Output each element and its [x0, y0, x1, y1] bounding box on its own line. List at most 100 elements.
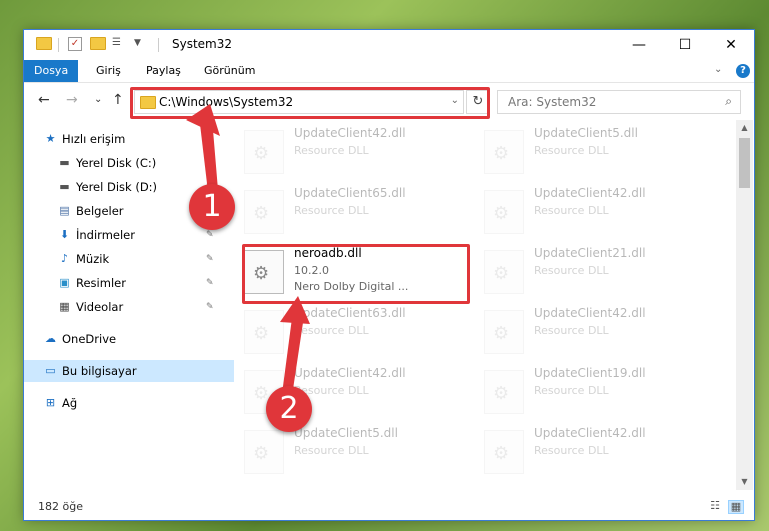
sidebar-item-label: Yerel Disk (D:)	[76, 180, 158, 194]
address-highlight-box	[130, 87, 490, 119]
pin-icon[interactable]: ✎	[206, 272, 214, 294]
gear-icon: ⚙	[253, 203, 270, 224]
sidebar-item[interactable]: ★ Hızlı erişim	[44, 128, 219, 150]
gear-icon: ⚙	[253, 143, 270, 164]
sidebar-item-label: İndirmeler	[76, 228, 135, 242]
dll-file-icon: ⚙	[244, 190, 284, 234]
file-item[interactable]: ⚙ UpdateClient42.dll Resource DLL	[474, 420, 704, 476]
sidebar-item[interactable]: ▬ Yerel Disk (C:) ✎	[58, 152, 219, 174]
download-icon: ⬇	[59, 228, 70, 241]
vertical-scrollbar[interactable]: ▲ ▼	[736, 120, 753, 490]
gear-icon: ⚙	[253, 443, 270, 464]
file-item[interactable]: ⚙ UpdateClient42.dll Resource DLL	[474, 180, 704, 236]
dll-file-icon: ⚙	[484, 130, 524, 174]
sidebar-item[interactable]: ☁ OneDrive	[44, 328, 219, 350]
step-marker-2: 2	[266, 386, 312, 432]
file-type: Resource DLL	[534, 324, 609, 337]
tab-paylas[interactable]: Paylaş	[136, 60, 191, 82]
file-type: Resource DLL	[534, 144, 609, 157]
file-item[interactable]: ⚙ UpdateClient42.dll Resource DLL	[234, 120, 464, 176]
gear-icon: ⚙	[493, 443, 510, 464]
gear-icon: ⚙	[493, 323, 510, 344]
sidebar-item-label: Resimler	[76, 276, 126, 290]
sidebar-item-label: Hızlı erişim	[62, 132, 126, 146]
scroll-thumb[interactable]	[739, 138, 750, 188]
scroll-down-icon[interactable]: ▼	[736, 474, 753, 490]
drive-icon: ▬	[59, 156, 70, 169]
sidebar-item[interactable]: ⊞ Ağ	[44, 392, 219, 414]
file-highlight-box	[242, 244, 470, 304]
computer-icon: ▭	[45, 364, 56, 377]
minimize-button[interactable]: —	[616, 30, 662, 60]
file-type: Resource DLL	[294, 144, 369, 157]
tab-gorunum[interactable]: Görünüm	[194, 60, 265, 82]
file-name: UpdateClient42.dll	[534, 306, 646, 320]
sidebar-item[interactable]: ▦ Videolar ✎	[58, 296, 219, 318]
sidebar-item[interactable]: ♪ Müzik ✎	[58, 248, 219, 270]
customize-toolbar-icon[interactable]: ☰	[112, 37, 126, 49]
sidebar-item[interactable]: ▭ Bu bilgisayar	[24, 360, 239, 382]
title-bar: ✓ ☰ ▼ System32 — ☐ ✕	[24, 30, 754, 60]
file-name: UpdateClient21.dll	[534, 246, 646, 260]
file-name: UpdateClient5.dll	[534, 126, 638, 140]
sidebar-item[interactable]: ▣ Resimler ✎	[58, 272, 219, 294]
document-icon: ▤	[59, 204, 70, 217]
forward-button[interactable]: →	[66, 92, 78, 108]
pin-icon[interactable]: ✎	[206, 248, 214, 270]
file-item[interactable]: ⚙ UpdateClient19.dll Resource DLL	[474, 360, 704, 416]
drive-icon: ▬	[59, 180, 70, 193]
back-button[interactable]: ←	[38, 92, 50, 108]
dll-file-icon: ⚙	[484, 370, 524, 414]
details-view-icon[interactable]: ☷	[708, 500, 722, 512]
close-button[interactable]: ✕	[708, 30, 754, 60]
dll-file-icon: ⚙	[484, 250, 524, 294]
status-bar: 182 öğe ☷ ▦	[24, 494, 754, 520]
expand-ribbon-icon[interactable]: ⌄	[714, 64, 722, 75]
file-type: Resource DLL	[534, 384, 609, 397]
file-item[interactable]: ⚙ UpdateClient65.dll Resource DLL	[234, 180, 464, 236]
up-button[interactable]: ↑	[112, 92, 124, 108]
dll-file-icon: ⚙	[244, 430, 284, 474]
explorer-window: ✓ ☰ ▼ System32 — ☐ ✕ Dosya Giriş Paylaş …	[24, 30, 754, 520]
file-item[interactable]: ⚙ UpdateClient5.dll Resource DLL	[474, 120, 704, 176]
maximize-button[interactable]: ☐	[662, 30, 708, 60]
file-list: ⚙ UpdateClient42.dll Resource DLL ⚙ UpdateCl…	[234, 120, 734, 490]
file-item[interactable]: ⚙ UpdateClient21.dll Resource DLL	[474, 240, 704, 296]
properties-check-icon[interactable]: ✓	[68, 37, 82, 51]
file-type: Resource DLL	[534, 204, 609, 217]
dll-file-icon: ⚙	[244, 130, 284, 174]
file-item[interactable]: ⚙ UpdateClient63.dll Resource DLL	[234, 300, 464, 356]
file-type: Resource DLL	[534, 264, 609, 277]
pin-icon[interactable]: ✎	[206, 296, 214, 318]
music-icon: ♪	[60, 252, 69, 265]
new-folder-icon[interactable]	[90, 37, 106, 50]
large-icons-view-icon[interactable]: ▦	[728, 500, 744, 514]
toolbar-dropdown-icon[interactable]: ▼	[134, 37, 148, 49]
gear-icon: ⚙	[493, 383, 510, 404]
sidebar-item-label: Ağ	[62, 396, 78, 410]
search-box[interactable]: Ara: System32 ⌕	[497, 90, 741, 114]
scroll-up-icon[interactable]: ▲	[736, 120, 753, 136]
gear-icon: ⚙	[493, 203, 510, 224]
dll-file-icon: ⚙	[484, 430, 524, 474]
sidebar-item-label: Yerel Disk (C:)	[76, 156, 157, 170]
star-icon: ★	[45, 132, 56, 145]
window-title: System32	[172, 37, 233, 51]
step-marker-1: 1	[189, 184, 235, 230]
folder-icon[interactable]	[36, 37, 52, 50]
recent-locations-button[interactable]: ⌄	[94, 94, 102, 105]
file-item[interactable]: ⚙ UpdateClient5.dll Resource DLL	[234, 420, 464, 476]
tab-dosya[interactable]: Dosya	[24, 60, 79, 82]
file-name: UpdateClient63.dll	[294, 306, 406, 320]
file-name: UpdateClient42.dll	[294, 126, 406, 140]
file-item[interactable]: ⚙ UpdateClient42.dll Resource DLL	[474, 300, 704, 356]
file-name: UpdateClient42.dll	[534, 186, 646, 200]
pin-icon[interactable]: ✎	[206, 152, 214, 174]
help-icon[interactable]: ?	[736, 64, 750, 78]
ribbon-tabs: Dosya Giriş Paylaş Görünüm ⌄ ?	[24, 60, 754, 83]
sidebar-item[interactable]: ⬇ İndirmeler ✎	[58, 224, 219, 246]
tab-giris[interactable]: Giriş	[86, 60, 131, 82]
sidebar-item-label: OneDrive	[62, 332, 117, 346]
sidebar-item-label: Bu bilgisayar	[62, 364, 137, 378]
dll-file-icon: ⚙	[244, 310, 284, 354]
